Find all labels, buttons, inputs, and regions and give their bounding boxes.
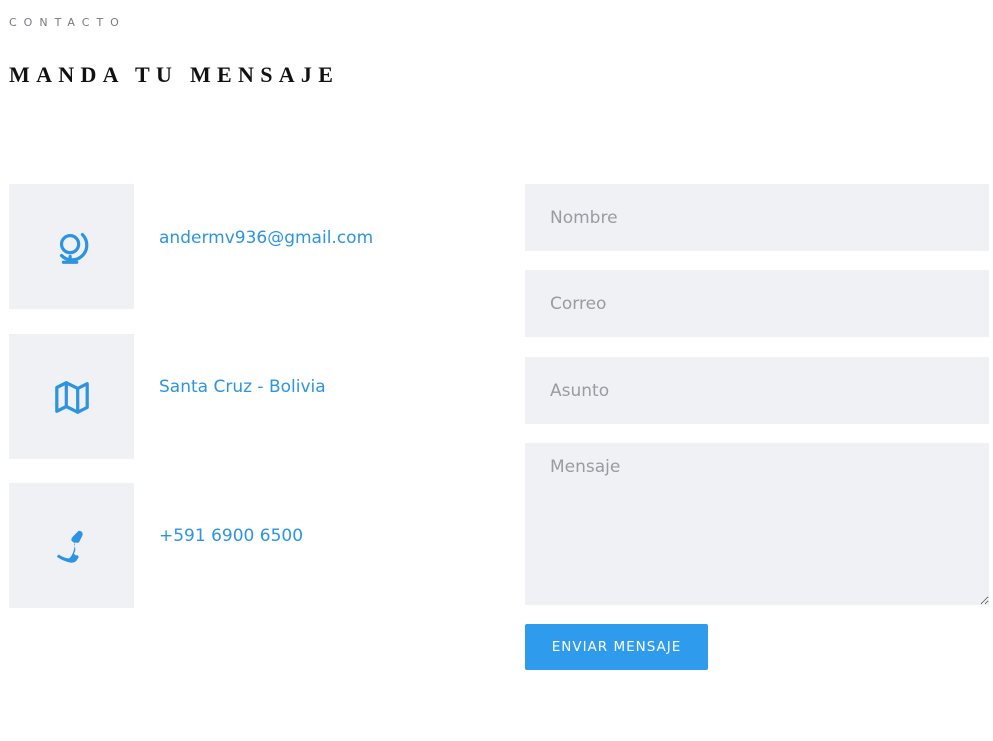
email-link[interactable]: andermv936@gmail.com [159, 228, 373, 248]
phone-icon [56, 530, 83, 563]
phone-link[interactable]: +591 6900 6500 [159, 526, 303, 546]
location-text: Santa Cruz - Bolivia [159, 377, 326, 397]
name-input[interactable] [525, 184, 989, 251]
location-icon-box [9, 334, 134, 459]
section-eyebrow: CONTACTO [9, 16, 126, 29]
email-icon-box [9, 184, 134, 309]
message-textarea[interactable] [525, 443, 989, 605]
email-input[interactable] [525, 270, 989, 337]
subject-input[interactable] [525, 357, 989, 424]
send-message-button[interactable]: ENVIAR MENSAJE [525, 624, 708, 670]
contact-location-row: Santa Cruz - Bolivia [9, 334, 489, 459]
contact-email-row: andermv936@gmail.com [9, 184, 489, 309]
section-title: MANDA TU MENSAJE [9, 62, 340, 87]
globe-icon [59, 232, 88, 264]
contact-section: CONTACTO MANDA TU MENSAJE andermv936@gma… [0, 0, 993, 741]
phone-icon-box [9, 483, 134, 608]
map-icon [54, 380, 89, 414]
contact-phone-row: +591 6900 6500 [9, 483, 489, 608]
